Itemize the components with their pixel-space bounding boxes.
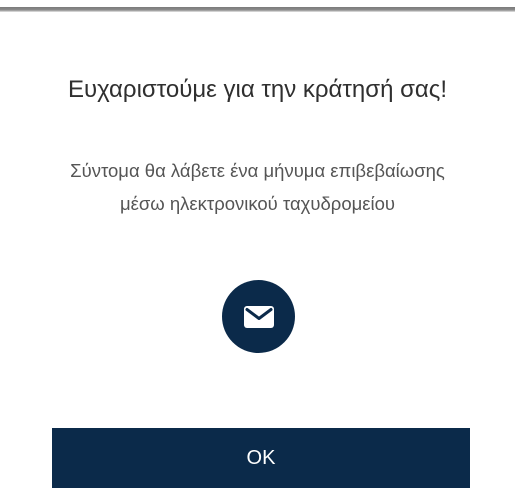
envelope-icon (222, 280, 295, 353)
booking-confirmation-dialog: Ευχαριστούμε για την κράτησή σας! Σύντομ… (0, 0, 515, 488)
dialog-title: Ευχαριστούμε για την κράτησή σας! (67, 76, 448, 103)
envelope-glyph (243, 305, 274, 328)
dialog-message: Σύντομα θα λάβετε ένα μήνυμα επιβεβαίωση… (70, 160, 445, 214)
dialog-top-border (0, 0, 515, 12)
ok-button[interactable]: OK (52, 428, 470, 488)
